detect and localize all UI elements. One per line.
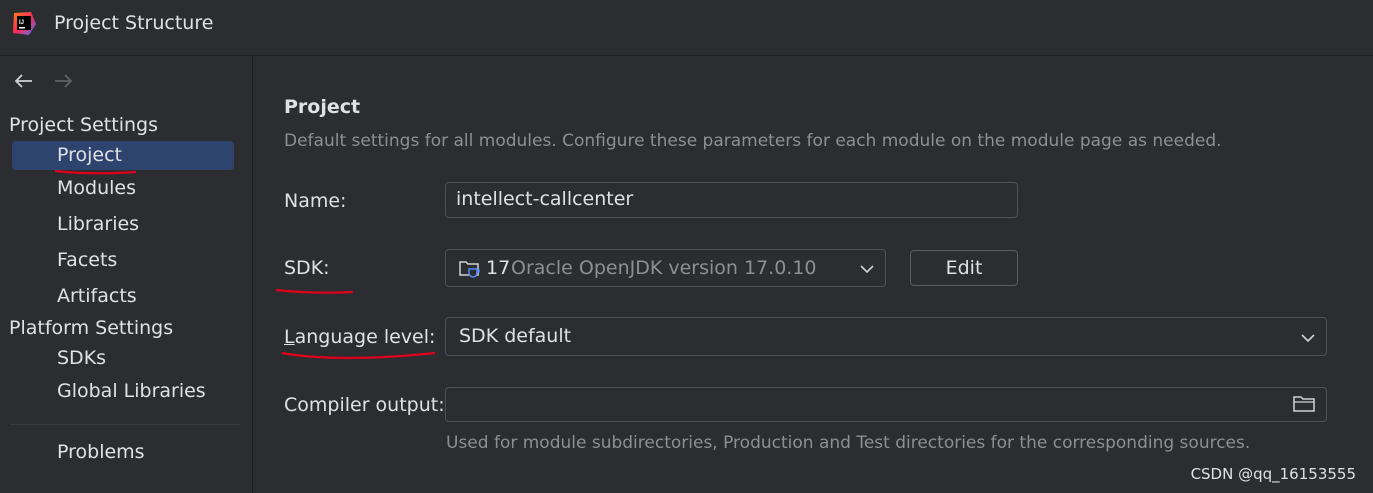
sidebar-item-label: Artifacts [57, 285, 137, 307]
project-name-input[interactable]: intellect-callcenter [445, 182, 1018, 218]
language-level-value: SDK default [459, 325, 572, 347]
sidebar-item-project[interactable]: Project [12, 141, 234, 170]
sidebar-item-label: Facets [57, 249, 118, 271]
window-title: Project Structure [54, 12, 214, 34]
compiler-output-hint: Used for module subdirectories, Producti… [446, 433, 1251, 453]
sidebar-item-label: Global Libraries [57, 380, 206, 402]
sidebar-item-libraries[interactable]: Libraries [12, 210, 234, 239]
sidebar-item-artifacts[interactable]: Artifacts [12, 282, 234, 311]
annotation-underline [275, 288, 354, 294]
sdk-dropdown[interactable]: 17 Oracle OpenJDK version 17.0.10 [445, 249, 886, 287]
sidebar-item-label: SDKs [57, 347, 107, 369]
sidebar-item-problems[interactable]: Problems [12, 438, 234, 467]
folder-icon[interactable] [1292, 394, 1316, 414]
watermark: CSDN @qq_16153555 [1190, 465, 1356, 483]
title-bar: IJ Project Structure [0, 0, 1373, 56]
language-level-dropdown[interactable]: SDK default [445, 317, 1327, 356]
svg-text:IJ: IJ [19, 20, 24, 26]
sidebar: Project Settings Project Modules Librari… [0, 56, 253, 493]
sidebar-item-facets[interactable]: Facets [12, 246, 234, 275]
edit-button-label: Edit [945, 257, 983, 279]
sdk-label: SDK: [284, 257, 330, 279]
sidebar-item-modules[interactable]: Modules [12, 174, 234, 203]
sdk-version: 17 [486, 257, 511, 279]
edit-sdk-button[interactable]: Edit [910, 250, 1018, 286]
chevron-down-icon [860, 265, 874, 274]
name-label: Name: [284, 190, 347, 212]
sidebar-item-label: Libraries [57, 213, 140, 235]
sidebar-item-label: Modules [57, 177, 136, 199]
sidebar-item-sdks[interactable]: SDKs [12, 344, 234, 373]
sidebar-item-label: Problems [57, 441, 145, 463]
arrow-right-icon[interactable] [51, 70, 75, 92]
sidebar-item-label: Project [57, 144, 123, 166]
project-settings-header: Project Settings [9, 114, 158, 136]
sdk-detail: Oracle OpenJDK version 17.0.10 [511, 257, 817, 279]
page-description: Default settings for all modules. Config… [284, 131, 1222, 151]
compiler-output-label: Compiler output: [284, 394, 445, 416]
sidebar-item-global-libraries[interactable]: Global Libraries [12, 377, 234, 406]
jdk-folder-icon [459, 261, 480, 278]
language-level-label: Language level: [284, 326, 435, 348]
project-settings-panel: Project Default settings for all modules… [253, 56, 1373, 493]
arrow-left-icon[interactable] [12, 70, 36, 92]
annotation-underline [281, 351, 436, 360]
project-name-value: intellect-callcenter [456, 188, 634, 210]
platform-settings-header: Platform Settings [9, 317, 174, 339]
intellij-idea-icon: IJ [13, 12, 36, 35]
page-title: Project [284, 96, 361, 118]
compiler-output-input[interactable] [445, 387, 1327, 422]
sidebar-divider [10, 424, 240, 425]
language-level-label-text: anguage level: [294, 326, 436, 348]
chevron-down-icon [1301, 334, 1315, 343]
mnemonic-char: L [284, 326, 295, 348]
